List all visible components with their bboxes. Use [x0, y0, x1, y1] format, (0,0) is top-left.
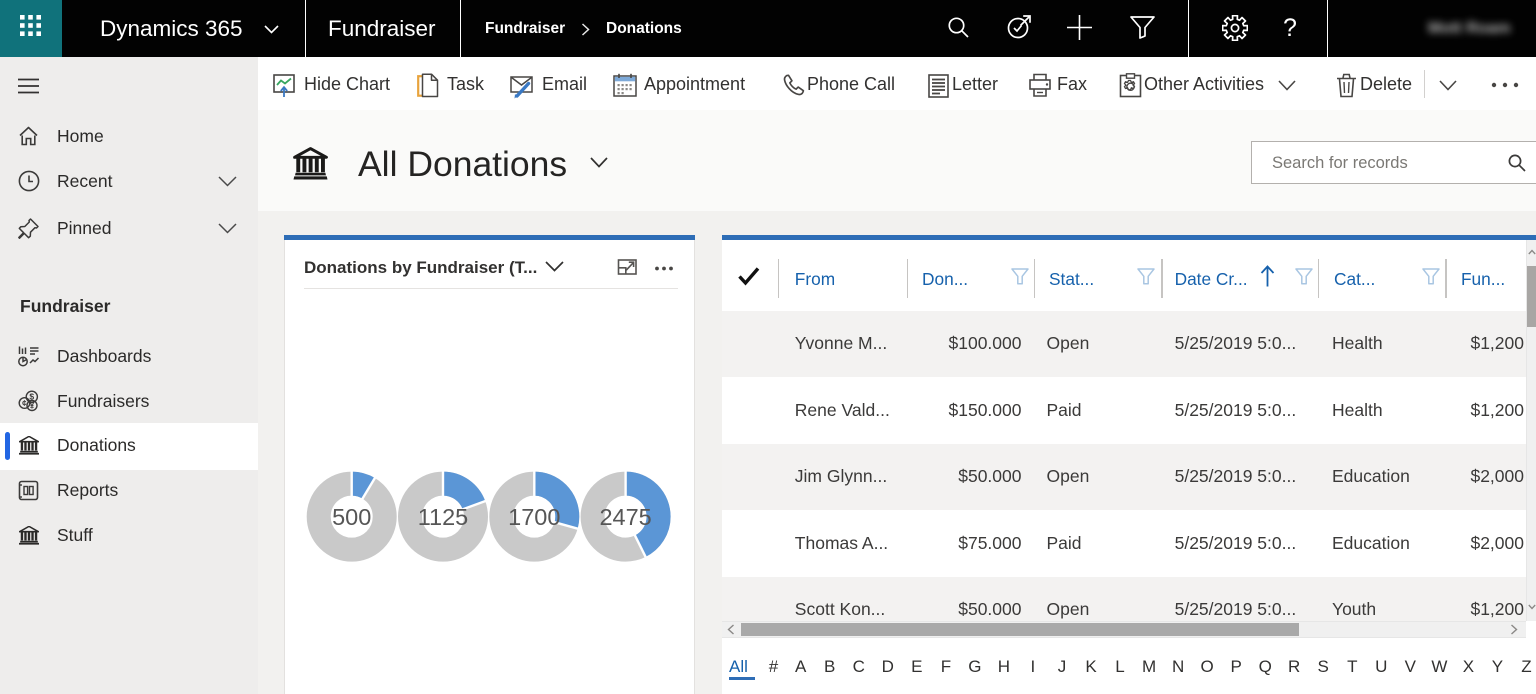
svg-text:$: $ — [29, 392, 34, 402]
svg-text:2475: 2475 — [599, 504, 651, 530]
svg-text:¥: ¥ — [30, 401, 35, 410]
svg-text:1700: 1700 — [508, 504, 560, 530]
svg-text:1125: 1125 — [418, 504, 469, 530]
svg-text:500: 500 — [332, 504, 371, 530]
svg-text:¢: ¢ — [22, 399, 27, 408]
